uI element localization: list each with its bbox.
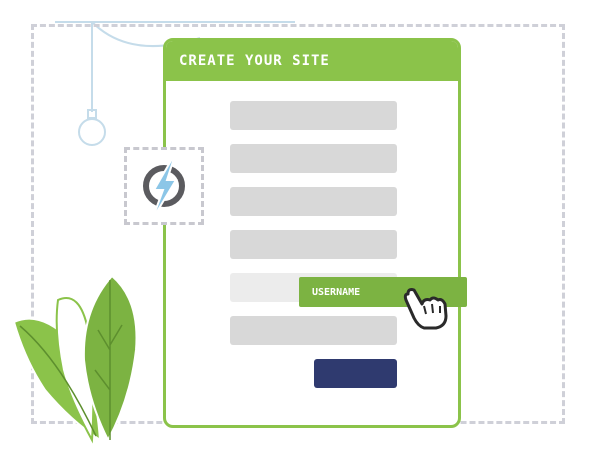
- leaf-plant-icon: [12, 274, 138, 444]
